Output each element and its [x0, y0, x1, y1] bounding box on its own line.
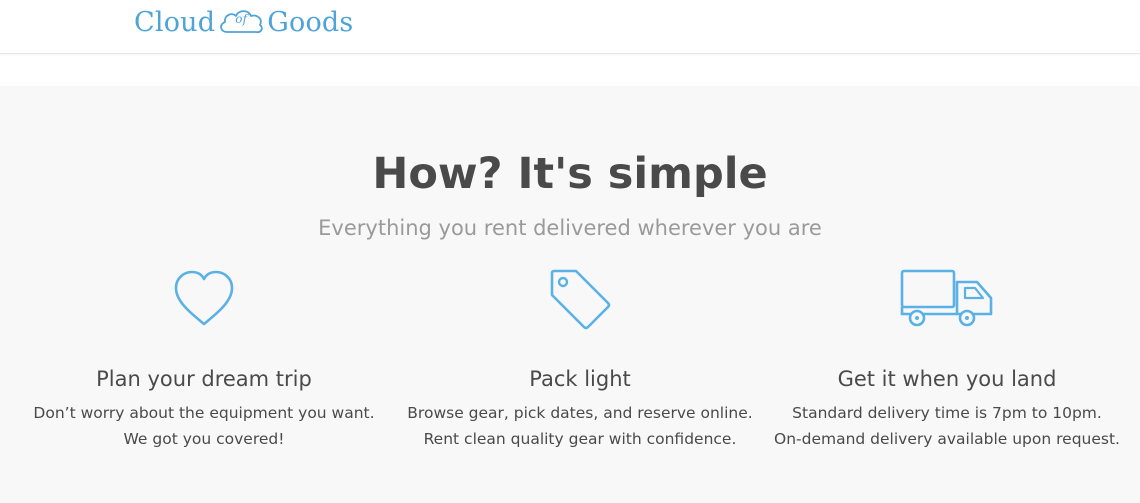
heart-icon — [174, 270, 234, 326]
how-it-works-section: How? It's simple Everything you rent del… — [0, 86, 1140, 503]
feature-description: Standard delivery time is 7pm to 10pm. O… — [757, 400, 1137, 452]
feature-description: Don’t worry about the equipment you want… — [14, 400, 394, 452]
feature-delivery: Get it when you land Standard delivery t… — [757, 266, 1137, 452]
feature-description-line: Rent clean quality gear with confidence. — [423, 430, 737, 448]
logo-text-of: of — [235, 12, 248, 26]
logo-text-cloud: Cloud — [134, 6, 216, 38]
feature-plan-trip: Plan your dream trip Don’t worry about t… — [14, 266, 394, 452]
feature-description-line: Browse gear, pick dates, and reserve onl… — [407, 404, 753, 422]
feature-title: Pack light — [529, 367, 631, 391]
tag-icon — [550, 269, 611, 330]
logo-cloud-icon: of — [217, 6, 265, 38]
feature-description-line: Don’t worry about the equipment you want… — [33, 404, 375, 422]
feature-description: Browse gear, pick dates, and reserve onl… — [390, 400, 770, 452]
feature-title: Get it when you land — [837, 367, 1057, 391]
section-headline: How? It's simple — [372, 149, 768, 199]
cloud-of-goods-logo[interactable]: Cloud of Goods — [134, 2, 353, 42]
feature-description-line: On-demand delivery available upon reques… — [774, 430, 1120, 448]
top-navbar: Cloud of Goods — [0, 0, 1140, 54]
feature-description-line: Standard delivery time is 7pm to 10pm. — [792, 404, 1102, 422]
feature-title: Plan your dream trip — [96, 367, 312, 391]
truck-icon — [900, 269, 993, 327]
section-subheadline: Everything you rent delivered wherever y… — [318, 216, 822, 240]
feature-pack-light: Pack light Browse gear, pick dates, and … — [390, 266, 770, 452]
feature-description-line: We got you covered! — [123, 430, 285, 448]
logo-text-goods: Goods — [267, 6, 354, 38]
